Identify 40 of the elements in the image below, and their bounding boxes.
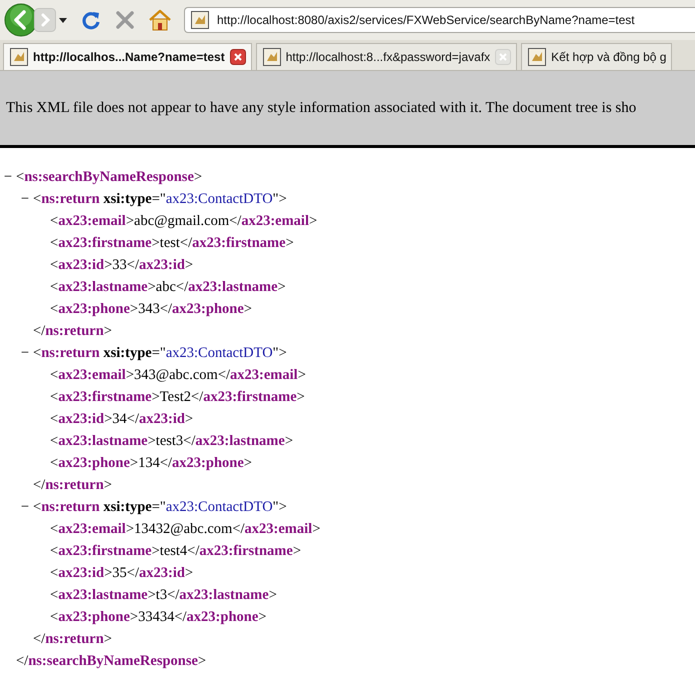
xml-line: <ax23:lastname>test3</ax23:lastname>: [50, 432, 293, 451]
favicon-icon: [262, 48, 281, 66]
toggle-button[interactable]: −: [19, 496, 31, 518]
toggle-button[interactable]: −: [19, 188, 31, 210]
favicon-icon: [528, 48, 546, 66]
xml-line: <ax23:firstname>test4</ax23:firstname>: [50, 542, 301, 561]
xml-line: <ax23:firstname>Test2</ax23:firstname>: [50, 388, 305, 407]
xml-line: <ax23:id>35</ax23:id>: [50, 564, 194, 583]
toggle-button[interactable]: −: [2, 166, 14, 188]
xml-line: <ns:return xsi:type="ax23:ContactDTO">: [33, 344, 287, 363]
xml-line: <ax23:lastname>abc</ax23:lastname>: [50, 278, 286, 297]
xml-line: <ax23:phone>343</ax23:phone>: [50, 300, 252, 319]
xml-line: <ax23:phone>134</ax23:phone>: [50, 454, 252, 473]
favicon-icon: [191, 11, 209, 29]
home-icon[interactable]: [148, 9, 172, 31]
xml-line: </ns:return>: [33, 322, 112, 341]
xml-line: <ax23:firstname>test</ax23:firstname>: [50, 234, 294, 253]
xml-line: <ax23:id>33</ax23:id>: [50, 256, 194, 275]
xml-line: <ns:return xsi:type="ax23:ContactDTO">: [33, 190, 287, 209]
xml-line: <ax23:phone>33434</ax23:phone>: [50, 608, 266, 627]
xml-line: </ns:searchByNameResponse>: [16, 652, 206, 671]
xml-line: <ax23:email>13432@abc.com</ax23:email>: [50, 520, 320, 539]
browser-tab[interactable]: http://localhost:8...fx&password=javafx: [256, 43, 518, 70]
info-text: This XML file does not appear to have any style information associated with it. The document tree is sho: [6, 100, 636, 116]
xml-line: <ax23:email>343@abc.com</ax23:email>: [50, 366, 306, 385]
caret-icon[interactable]: [58, 16, 68, 24]
address-field[interactable]: http://localhost:8080/axis2/services/FXWebService/searchByName?name=test: [184, 7, 695, 33]
reload-icon[interactable]: [80, 9, 102, 31]
favicon-icon: [10, 48, 28, 66]
xml-line: </ns:return>: [33, 630, 112, 649]
xml-line: </ns:return>: [33, 476, 112, 495]
xml-line: <ax23:id>34</ax23:id>: [50, 410, 194, 429]
toggle-button[interactable]: −: [19, 342, 31, 364]
browser-tab[interactable]: http://localhos...Name?name=test: [3, 43, 252, 70]
xml-line: <ax23:lastname>t3</ax23:lastname>: [50, 586, 277, 605]
xml-line: <ax23:email>abc@gmail.com</ax23:email>: [50, 212, 318, 231]
browser-tab[interactable]: Kết hợp và đồng bộ g: [521, 43, 672, 70]
xml-line: <ns:searchByNameResponse>: [16, 168, 202, 187]
xml-line: <ns:return xsi:type="ax23:ContactDTO">: [33, 498, 287, 517]
close-icon[interactable]: [230, 49, 246, 65]
